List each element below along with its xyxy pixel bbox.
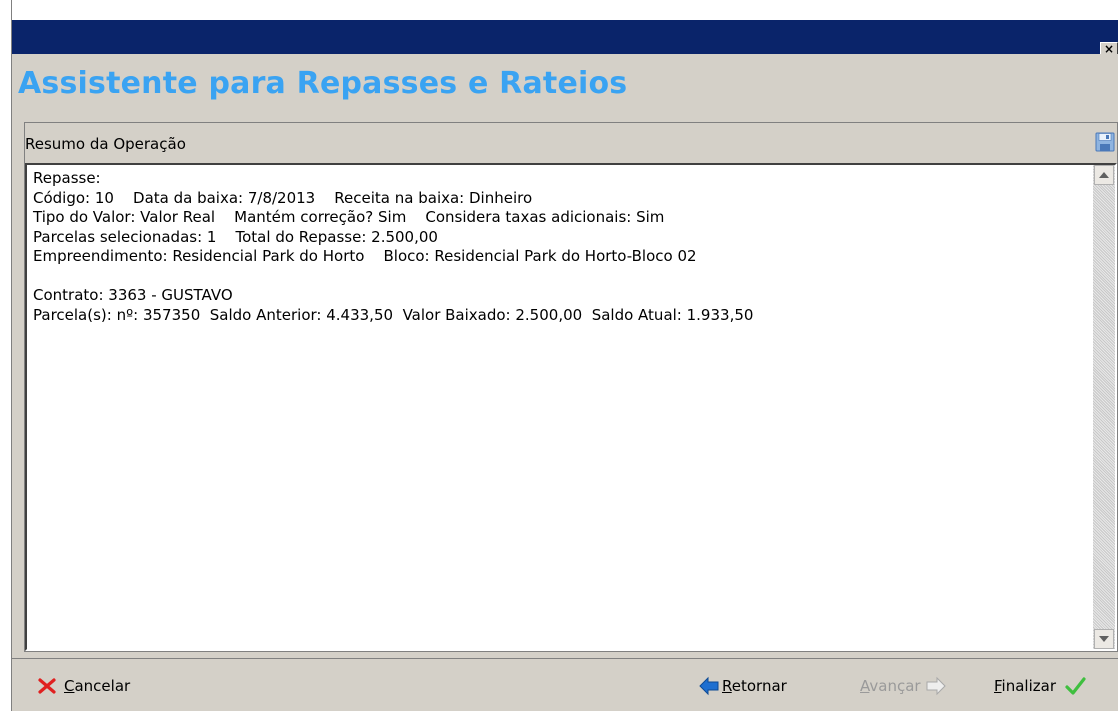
wizard-title: Assistente para Repasses e Rateios: [18, 66, 628, 101]
cancel-label: Cancelar: [64, 677, 131, 695]
finish-label: Finalizar: [994, 677, 1056, 695]
wizard-header: Assistente para Repasses e Rateios: [12, 54, 1118, 116]
summary-line: Repasse:: [33, 169, 101, 187]
checkmark-icon: [1065, 677, 1086, 695]
back-button[interactable]: Retornar: [698, 673, 787, 699]
summary-text: Repasse: Código: 10 Data da baixa: 7/8/20…: [33, 169, 1073, 325]
summary-text-area[interactable]: Repasse: Código: 10 Data da baixa: 7/8/20…: [25, 163, 1117, 651]
summary-line: Parcelas selecionadas: 1 Total do Repass…: [33, 227, 438, 246]
arrow-up-icon: [1099, 172, 1109, 178]
arrow-down-icon: [1099, 636, 1109, 642]
window-left-edge: [0, 0, 12, 711]
cancel-button[interactable]: Cancelar: [36, 673, 130, 699]
summary-line: Empreendimento: Residencial Park do Hort…: [33, 247, 697, 265]
back-label: Retornar: [722, 677, 787, 695]
summary-panel: Resumo da Operação Repasse: Código: 10 Da…: [24, 122, 1118, 652]
summary-line: [33, 267, 1073, 287]
wizard-footer: Cancelar Retornar Avançar Finalizar: [12, 658, 1118, 711]
arrow-left-icon: [699, 676, 719, 696]
summary-panel-header: Resumo da Operação: [25, 123, 1117, 163]
summary-line: Contrato: 3363 - GUSTAVO: [33, 286, 233, 304]
save-icon[interactable]: [1095, 132, 1115, 152]
summary-line: Parcela(s): nº: 357350 Saldo Anterior: 4…: [33, 305, 754, 324]
finish-button[interactable]: Finalizar: [994, 673, 1086, 699]
scroll-up-button[interactable]: [1094, 165, 1114, 185]
summary-line: Tipo do Valor: Valor Real Mantém correçã…: [33, 208, 665, 226]
vertical-scrollbar[interactable]: [1093, 165, 1115, 649]
summary-line: Código: 10 Data da baixa: 7/8/2013 Recei…: [33, 188, 533, 207]
cancel-x-icon: [38, 678, 56, 694]
scroll-down-button[interactable]: [1094, 629, 1114, 649]
wizard-window: × Assistente para Repasses e Rateios Res…: [0, 0, 1118, 711]
title-bar: ×: [12, 0, 1118, 58]
arrow-right-icon: [926, 676, 946, 696]
next-label: Avançar: [860, 677, 921, 695]
summary-panel-title: Resumo da Operação: [25, 135, 186, 153]
next-button[interactable]: Avançar: [860, 673, 947, 699]
